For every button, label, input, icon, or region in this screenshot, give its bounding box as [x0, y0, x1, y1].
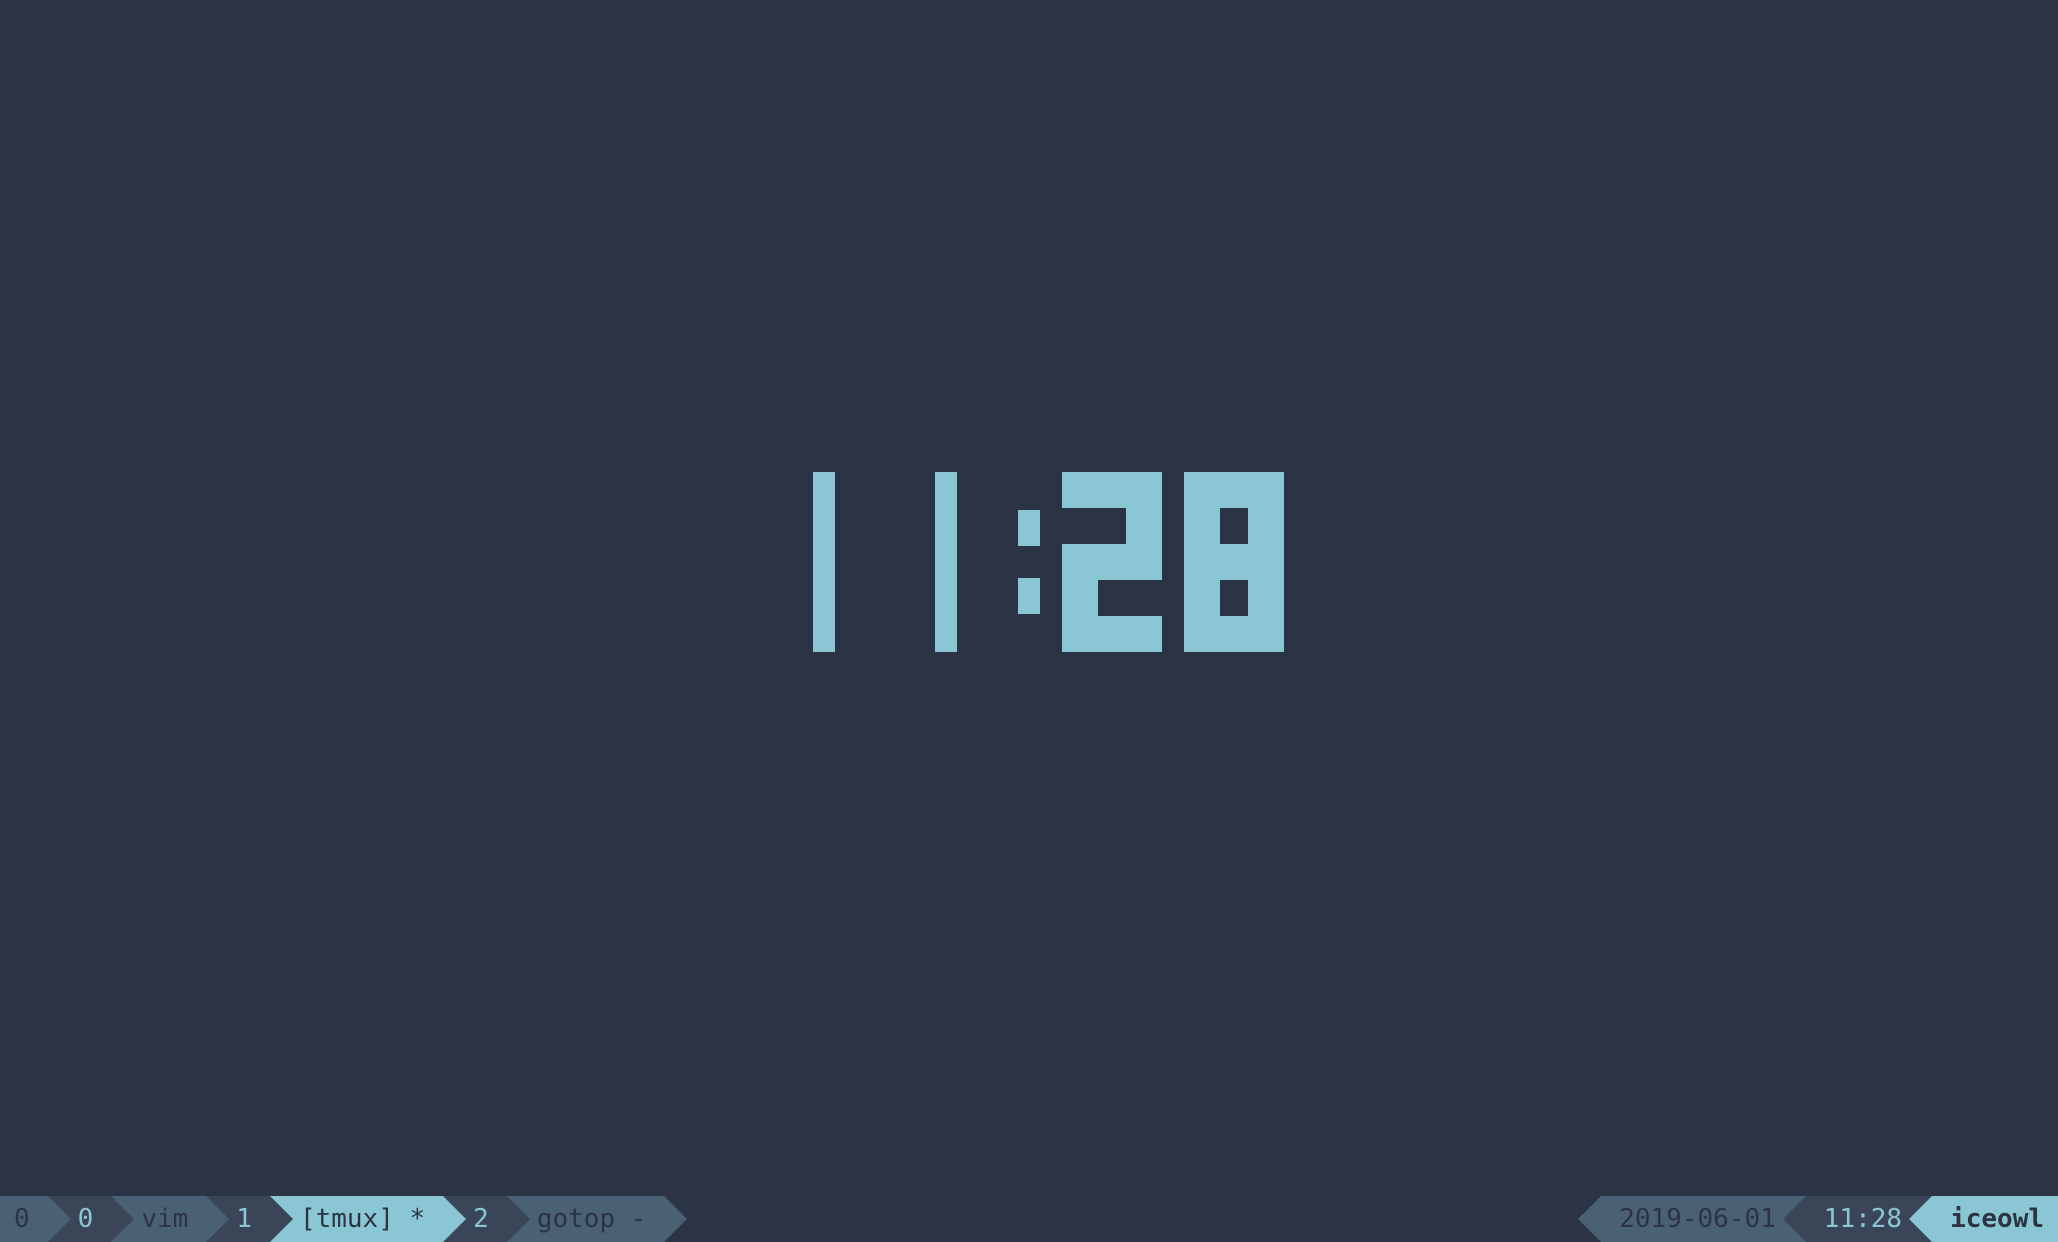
status-right: 2019-06-01 11:28 iceowl	[1601, 1196, 2058, 1242]
clock-digit	[1062, 472, 1162, 652]
window-name: gotop	[537, 1204, 615, 1234]
window-name: [tmux]	[300, 1204, 394, 1234]
session-indicator[interactable]: 0	[0, 1196, 48, 1242]
clock-digit	[774, 472, 874, 652]
clock-colon	[1018, 510, 1040, 614]
tmux-status-bar: 0 0 vim 1 [tmux] * 2 gotop -	[0, 1196, 2058, 1242]
window-tab-2[interactable]: gotop -	[507, 1196, 665, 1242]
window-name: vim	[141, 1204, 188, 1234]
big-clock	[774, 472, 1284, 652]
time-text: 11:28	[1824, 1204, 1902, 1234]
status-hostname: iceowl	[1932, 1196, 2058, 1242]
window-index: 2	[473, 1204, 489, 1234]
window-index: 0	[78, 1204, 94, 1234]
window-tab-1-active[interactable]: [tmux] *	[270, 1196, 443, 1242]
clock-digit	[896, 472, 996, 652]
status-left: 0 0 vim 1 [tmux] * 2 gotop -	[0, 1196, 664, 1242]
clock-digit	[1184, 472, 1284, 652]
window-flag: *	[410, 1204, 426, 1234]
status-spacer	[664, 1196, 1601, 1242]
window-index: 1	[236, 1204, 252, 1234]
clock-pane	[0, 0, 2058, 1196]
status-date: 2019-06-01	[1601, 1196, 1806, 1242]
window-flag: -	[631, 1204, 647, 1234]
session-index: 0	[14, 1204, 30, 1234]
hostname-text: iceowl	[1950, 1204, 2044, 1234]
date-text: 2019-06-01	[1619, 1204, 1776, 1234]
